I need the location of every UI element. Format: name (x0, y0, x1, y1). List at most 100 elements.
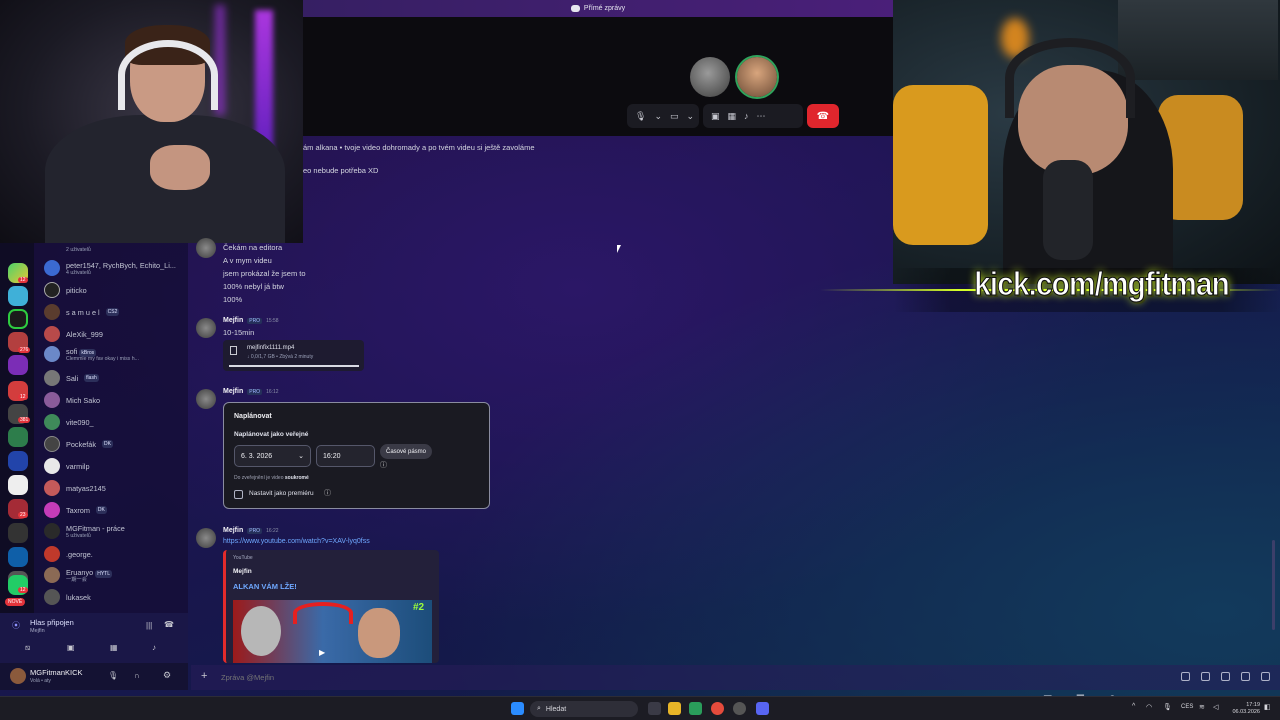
date-value: 6. 3. 2026 (241, 452, 273, 460)
screen: Přímé zprávy 🎙 ⌄ ▭ ⌄ ▣ ▦ ♪ ⋯ ☎ ám alkana… (0, 0, 1280, 720)
windows-start-icon[interactable] (511, 702, 524, 715)
call-participant-avatar[interactable] (690, 57, 730, 97)
settings-app-icon[interactable] (733, 702, 746, 715)
date-select[interactable]: 6. 3. 2026 ⌄ (234, 445, 311, 467)
dm-item[interactable]: Mich Sako (44, 390, 100, 410)
dm-item[interactable]: sofi kBros Clemmie my fav okay i miss h..… (44, 344, 139, 364)
file-explorer-icon[interactable] (668, 702, 681, 715)
dm-item[interactable]: Sali flash (44, 368, 99, 388)
dm-item[interactable]: s a m u e l CS2 (44, 302, 120, 322)
dm-item[interactable]: .george. (44, 544, 93, 564)
message-text: A v mym videu (223, 256, 272, 265)
server-icon[interactable] (8, 475, 28, 495)
dm-item[interactable]: Eruanyo HYTL 一期一会 (44, 565, 112, 585)
server-icon[interactable] (8, 547, 28, 567)
settings-gear-icon[interactable]: ⚙ (163, 670, 171, 681)
message-input[interactable] (221, 670, 721, 684)
noise-suppression-icon[interactable]: ||| (146, 621, 152, 630)
gif-icon[interactable] (1201, 672, 1210, 681)
chevron-down-icon[interactable]: ⌄ (687, 111, 695, 122)
chevron-down-icon[interactable]: ⌄ (654, 111, 662, 122)
microphone-icon[interactable]: 🎙 (108, 671, 118, 680)
wifi-icon[interactable]: ≋ (1199, 703, 1205, 711)
server-icon[interactable] (8, 451, 28, 471)
more-options-icon[interactable]: ⋯ (757, 111, 766, 122)
microphone-tray-icon[interactable]: 🎙 (1163, 703, 1172, 711)
scrollbar[interactable] (1272, 540, 1275, 630)
soundboard-icon[interactable]: ♪ (744, 111, 749, 121)
server-icon[interactable] (8, 286, 28, 306)
discord-app-icon[interactable] (756, 702, 769, 715)
youtube-link[interactable]: https://www.youtube.com/watch?v=XAV-lyq0… (223, 538, 370, 545)
microphone-icon[interactable]: 🎙 (635, 111, 646, 122)
dm-item[interactable]: matyas2145 (44, 478, 106, 498)
camera-off-icon[interactable]: ▭ (670, 111, 679, 122)
play-icon[interactable]: ▶ (319, 648, 325, 657)
volume-icon[interactable]: ◁ (1213, 703, 1218, 711)
message-avatar[interactable] (196, 318, 216, 338)
add-attachment-icon[interactable]: + (201, 670, 207, 682)
message-author[interactable]: Mejfin (223, 317, 243, 324)
language-indicator[interactable]: CES (1181, 704, 1193, 710)
message-header: Mejfin PRO 16:22 (223, 527, 279, 534)
tray-chevron-icon[interactable]: ^ (1132, 703, 1135, 710)
apps-icon[interactable] (1261, 672, 1270, 681)
gift-icon[interactable] (1181, 672, 1190, 681)
timezone-button[interactable]: Časové pásmo (380, 444, 433, 459)
dm-item[interactable]: piticko (44, 280, 87, 300)
server-icon[interactable] (8, 309, 28, 329)
screen-share-icon[interactable]: ▣ (711, 111, 720, 122)
embed-author[interactable]: Mejfin (233, 568, 252, 575)
activities-icon[interactable]: ▦ (728, 111, 737, 122)
camera-off-icon[interactable]: ⧅ (25, 643, 30, 653)
file-attachment[interactable]: mejfinfix1111.mp4 ↓ 0,0/1,7 GB • Zbývá 2… (223, 340, 364, 371)
store-icon[interactable] (689, 702, 702, 715)
message-avatar[interactable] (196, 238, 216, 258)
screen-share-icon[interactable]: ▣ (67, 643, 75, 652)
dm-item[interactable]: varmilp (44, 456, 90, 476)
message-avatar[interactable] (196, 389, 216, 409)
dm-item[interactable]: peter1547, RychBych, Echito_Li... 4 uživa… (44, 258, 176, 278)
message-text: eo nebude potřeba XD (303, 166, 379, 175)
message-avatar[interactable] (196, 528, 216, 548)
voice-status-text: Hlas připojen (30, 618, 74, 627)
sticker-icon[interactable] (1221, 672, 1230, 681)
time-select[interactable]: 16:20 (316, 445, 375, 467)
headphones-icon[interactable]: ∩ (134, 671, 140, 680)
video-thumbnail[interactable]: #2 ▶ (233, 600, 432, 663)
embed-title[interactable]: ALKAN VÁM LŽE! (233, 582, 297, 591)
server-icon[interactable] (8, 355, 28, 375)
dm-item[interactable]: vite090_ (44, 412, 94, 432)
premiere-checkbox[interactable] (234, 490, 243, 499)
youtube-embed[interactable]: YouTube Mejfin ALKAN VÁM LŽE! #2 ▶ (223, 550, 439, 663)
search-label: Hledat (545, 705, 567, 713)
dm-item[interactable]: MGFitman - práce 5 uživatelů (44, 521, 125, 541)
dm-item[interactable]: Pockefák DK (44, 434, 113, 454)
call-participant-avatar-speaking[interactable] (737, 57, 777, 97)
network-icon[interactable]: ◠ (1146, 703, 1152, 711)
notification-icon[interactable]: ◧ (1264, 703, 1271, 711)
voice-channel-name[interactable]: Mejfin (30, 628, 45, 634)
soundboard-icon[interactable]: ♪ (152, 643, 156, 652)
help-icon[interactable]: ⓘ (380, 460, 387, 470)
task-view-icon[interactable] (648, 702, 661, 715)
disconnect-icon[interactable]: ☎ (164, 620, 174, 629)
user-avatar[interactable] (10, 668, 26, 684)
message-author[interactable]: Mejfin (223, 527, 243, 534)
disconnect-call-button[interactable]: ☎ (807, 104, 839, 128)
help-icon[interactable]: ⓘ (324, 488, 331, 498)
activities-icon[interactable]: ▦ (110, 643, 118, 652)
clock[interactable]: 17:19 06.03.2026 (1226, 702, 1260, 716)
dm-item[interactable]: AleXik_999 (44, 324, 103, 344)
schedule-screenshot[interactable]: Naplánovat Naplánovat jako veřejné 6. 3.… (223, 402, 490, 509)
emoji-icon[interactable] (1241, 672, 1250, 681)
dm-item[interactable]: 2 uživatelů (44, 240, 91, 260)
taskbar-search[interactable]: ⌕ Hledat (530, 701, 638, 717)
server-icon[interactable] (8, 523, 28, 543)
server-icon[interactable] (8, 427, 28, 447)
dm-item[interactable]: lukasek (44, 587, 91, 607)
dm-item[interactable]: Taxrom DK (44, 500, 107, 520)
message-author[interactable]: Mejfin (223, 388, 243, 395)
chrome-icon[interactable] (711, 702, 724, 715)
file-name: mejfinfix1111.mp4 (247, 345, 295, 351)
